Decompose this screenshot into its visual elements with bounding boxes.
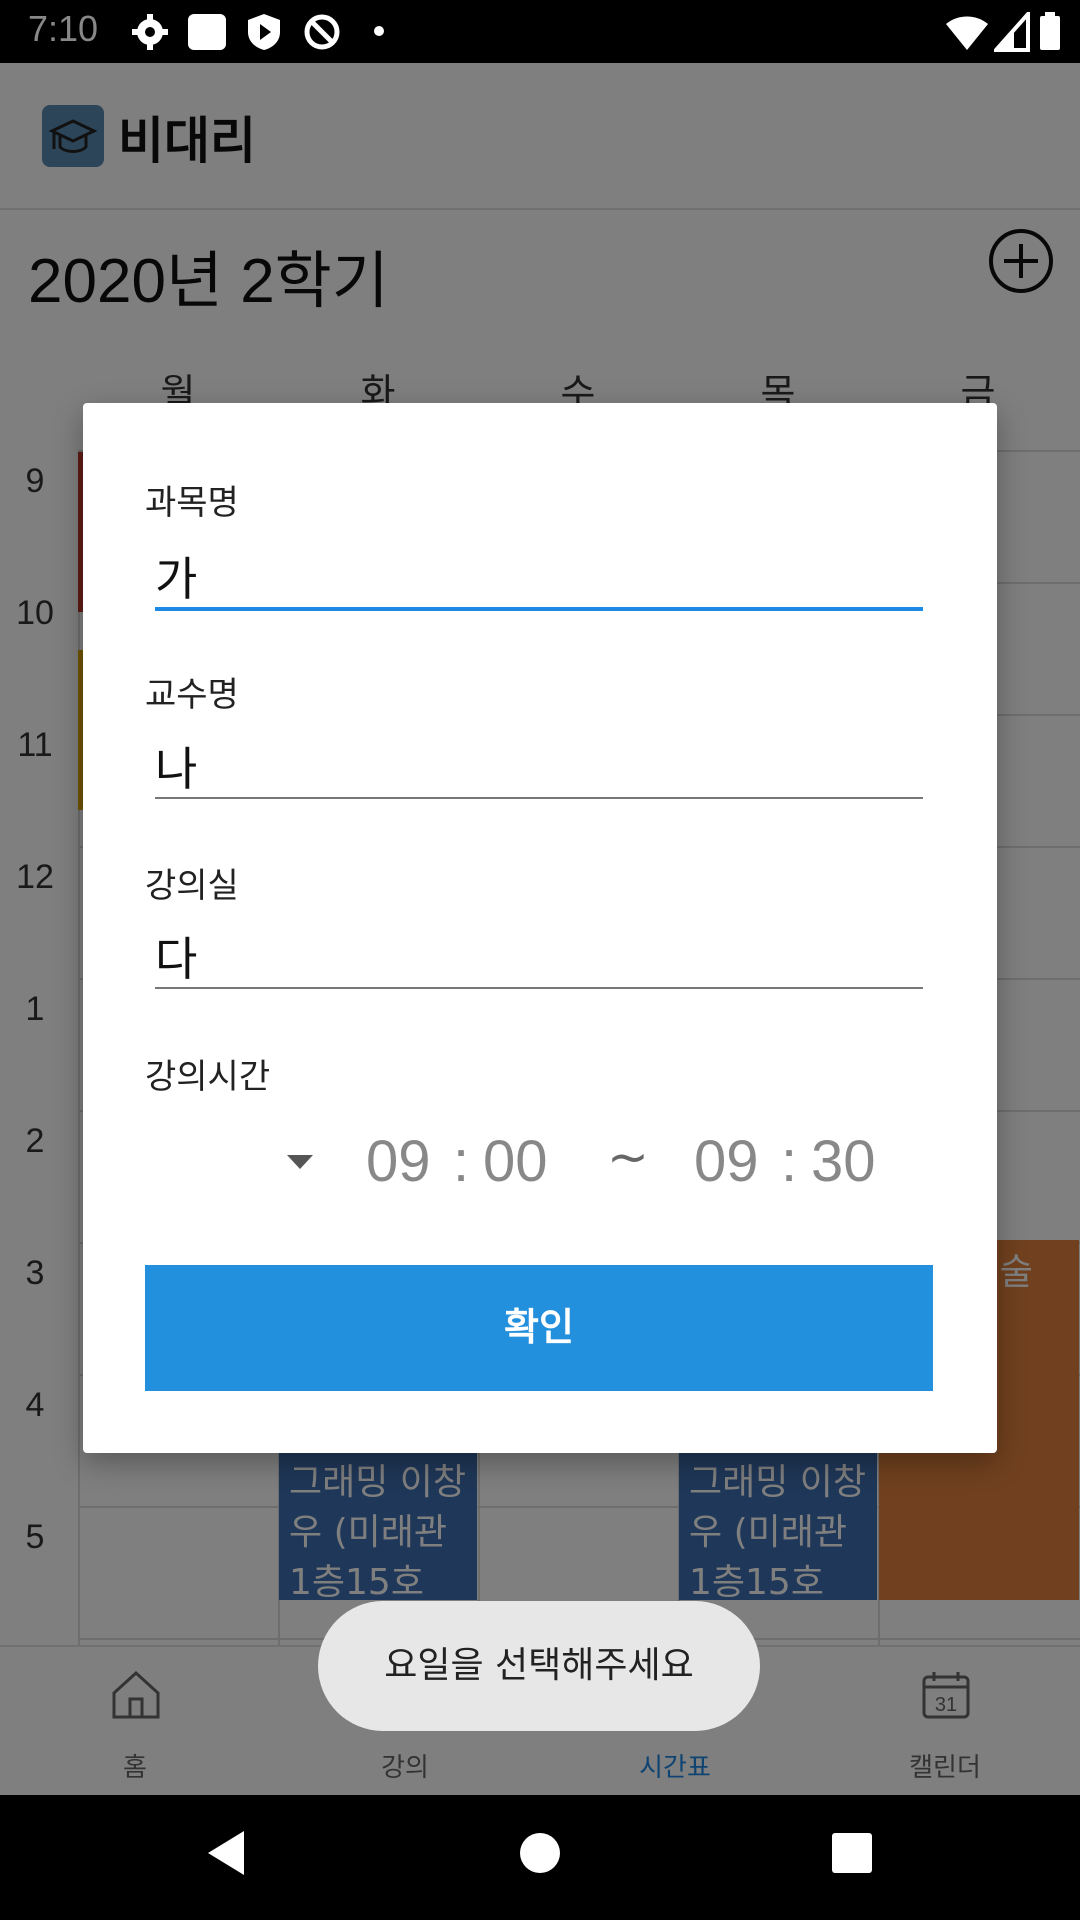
- dot-icon: [374, 26, 384, 36]
- no-sync-icon: [304, 14, 340, 50]
- signal-icon: [994, 12, 1030, 52]
- professor-label: 교수명: [145, 675, 239, 715]
- back-button[interactable]: [204, 1827, 248, 1879]
- end-separator: :: [781, 1129, 798, 1194]
- status-time: 7:10: [28, 8, 99, 49]
- shield-play-icon: [248, 14, 280, 50]
- day-dropdown-button[interactable]: [275, 1147, 325, 1177]
- subject-label: 과목명: [145, 483, 239, 523]
- system-navigation-bar: [0, 1795, 1080, 1920]
- subject-underline: [155, 607, 923, 611]
- settings-icon: [132, 14, 168, 50]
- room-input[interactable]: 다: [155, 923, 197, 989]
- start-separator: :: [453, 1129, 470, 1194]
- start-minute[interactable]: 00: [483, 1128, 548, 1195]
- battery-icon: [1040, 12, 1060, 50]
- time-label: 강의시간: [145, 1057, 271, 1097]
- add-course-dialog: 과목명 가 교수명 나 강의실 다 강의시간 09 : 00 ~ 09 : 30…: [83, 403, 997, 1453]
- recents-button[interactable]: [830, 1827, 874, 1879]
- confirm-button[interactable]: 확인: [145, 1265, 933, 1391]
- start-hour[interactable]: 09: [366, 1128, 431, 1195]
- end-minute[interactable]: 30: [811, 1128, 876, 1195]
- square-icon: [188, 14, 226, 50]
- toast-message: 요일을 선택해주세요: [318, 1601, 760, 1731]
- wifi-icon: [946, 16, 988, 50]
- subject-input[interactable]: 가: [155, 543, 197, 609]
- room-label: 강의실: [145, 866, 239, 906]
- time-range-tilde: ~: [607, 1128, 649, 1186]
- status-bar: 7:10: [0, 0, 1080, 63]
- room-underline: [155, 987, 923, 989]
- professor-input[interactable]: 나: [155, 733, 197, 799]
- professor-underline: [155, 797, 923, 799]
- end-hour[interactable]: 09: [694, 1128, 759, 1195]
- chevron-down-icon: [287, 1155, 313, 1169]
- home-button[interactable]: [518, 1827, 562, 1879]
